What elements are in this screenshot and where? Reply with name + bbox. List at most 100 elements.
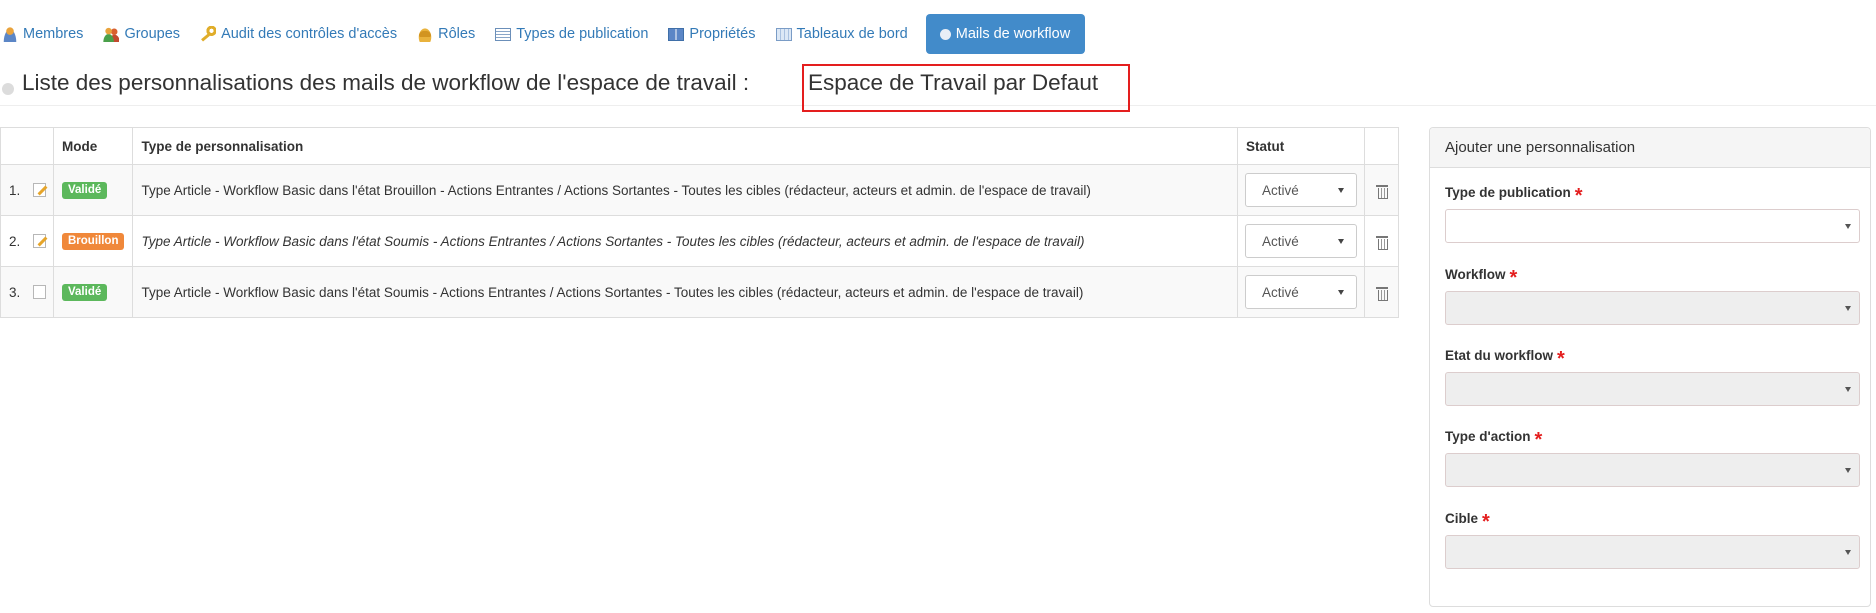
field-label: Cible * — [1445, 511, 1490, 533]
workflow-state-select[interactable] — [1445, 372, 1860, 406]
person-icon — [2, 26, 18, 42]
row-status: Activé — [1237, 215, 1365, 267]
group-icon — [103, 26, 120, 42]
required-mark: * — [1574, 185, 1583, 207]
row-actions — [1364, 164, 1399, 216]
row-status: Activé — [1237, 164, 1365, 216]
header-index — [0, 127, 54, 165]
field-label: Workflow * — [1445, 267, 1518, 289]
status-value: Activé — [1262, 233, 1299, 249]
trash-icon[interactable] — [1375, 286, 1388, 301]
action-type-select[interactable] — [1445, 453, 1860, 487]
publication-type-select[interactable] — [1445, 209, 1860, 243]
caret-down-icon — [1338, 238, 1344, 244]
required-mark: * — [1557, 348, 1565, 370]
table-header-row: Mode Type de personnalisation Statut — [0, 127, 1399, 165]
mail-icon — [2, 83, 14, 95]
key-icon — [200, 26, 217, 42]
row-mode: Brouillon — [52, 215, 134, 267]
nav-workflow-mails-label: Mails de workflow — [955, 26, 1071, 42]
field-label: Etat du workflow * — [1445, 348, 1565, 370]
caret-down-icon — [1845, 305, 1851, 311]
row-number: 1. — [9, 182, 21, 198]
nav-access-audit-label: Audit des contrôles d'accès — [221, 26, 398, 42]
mail-icon — [939, 28, 951, 40]
edit-icon[interactable] — [32, 233, 46, 248]
mode-badge: Validé — [62, 284, 108, 301]
caret-down-icon — [1338, 187, 1344, 193]
row-index: 1. — [0, 164, 54, 216]
hat-icon — [417, 26, 434, 42]
field-publication-type: Type de publication * — [1445, 185, 1860, 243]
admin-nav: Membres Groupes Audit des contrôles d'ac… — [0, 14, 1086, 54]
header-type: Type de personnalisation — [132, 127, 1238, 165]
header-actions — [1364, 127, 1399, 165]
workspace-name: Espace de Travail par Defaut — [808, 70, 1099, 95]
status-value: Activé — [1262, 284, 1299, 300]
trash-icon[interactable] — [1375, 184, 1388, 199]
nav-groups-label: Groupes — [124, 26, 181, 42]
table-row: 2. Brouillon Type Article - Workflow Bas… — [0, 215, 1399, 267]
nav-access-audit[interactable]: Audit des contrôles d'accès — [196, 14, 413, 54]
status-select[interactable]: Activé — [1245, 173, 1357, 207]
field-action-type: Type d'action * — [1445, 429, 1860, 487]
mode-badge: Brouillon — [62, 233, 125, 250]
workflow-select[interactable] — [1445, 291, 1860, 325]
nav-publication-types-label: Types de publication — [516, 26, 649, 42]
nav-workflow-mails[interactable]: Mails de workflow — [925, 14, 1086, 54]
row-number: 3. — [9, 284, 21, 300]
edit-icon[interactable] — [32, 182, 46, 197]
status-select[interactable]: Activé — [1245, 224, 1357, 258]
row-description: Type Article - Workflow Basic dans l'éta… — [132, 164, 1238, 216]
field-workflow: Workflow * — [1445, 267, 1860, 325]
header-status: Statut — [1237, 127, 1365, 165]
row-mode: Validé — [52, 266, 134, 318]
field-label: Type d'action * — [1445, 429, 1543, 451]
page-title: Liste des personnalisations des mails de… — [22, 70, 750, 95]
add-customization-panel: Ajouter une personnalisation Type de pub… — [1429, 127, 1871, 607]
field-workflow-state: Etat du workflow * — [1445, 348, 1860, 406]
row-status: Activé — [1237, 266, 1365, 318]
row-actions — [1364, 266, 1399, 318]
caret-down-icon — [1845, 467, 1851, 473]
document-icon[interactable] — [32, 284, 46, 299]
page-header: Liste des personnalisations des mails de… — [0, 58, 1876, 112]
nav-publication-types[interactable]: Types de publication — [491, 14, 664, 54]
nav-roles[interactable]: Rôles — [413, 14, 491, 54]
panel-title: Ajouter une personnalisation — [1430, 128, 1870, 168]
field-label: Type de publication * — [1445, 185, 1583, 207]
row-number: 2. — [9, 233, 21, 249]
field-target: Cible * — [1445, 511, 1860, 569]
header-mode: Mode — [52, 127, 134, 165]
nav-members-label: Membres — [23, 26, 84, 42]
required-mark: * — [1482, 511, 1490, 533]
list-icon — [495, 28, 512, 41]
customizations-table: Mode Type de personnalisation Statut 1. … — [0, 127, 1399, 318]
nav-dashboards[interactable]: Tableaux de bord — [772, 14, 924, 54]
row-description: Type Article - Workflow Basic dans l'éta… — [132, 215, 1238, 267]
dashboard-icon — [775, 27, 792, 41]
row-index: 2. — [0, 215, 54, 267]
table-row: 1. Validé Type Article - Workflow Basic … — [0, 164, 1399, 216]
target-select[interactable] — [1445, 535, 1860, 569]
row-mode: Validé — [52, 164, 134, 216]
caret-down-icon — [1845, 386, 1851, 392]
required-mark: * — [1534, 429, 1543, 451]
status-select[interactable]: Activé — [1245, 275, 1357, 309]
nav-properties-label: Propriétés — [689, 26, 756, 42]
nav-dashboards-label: Tableaux de bord — [796, 26, 908, 42]
nav-members[interactable]: Membres — [0, 14, 99, 54]
caret-down-icon — [1845, 223, 1851, 229]
properties-icon — [668, 27, 685, 41]
row-index: 3. — [0, 266, 54, 318]
nav-roles-label: Rôles — [438, 26, 476, 42]
nav-properties[interactable]: Propriétés — [664, 14, 771, 54]
caret-down-icon — [1338, 289, 1344, 295]
nav-groups[interactable]: Groupes — [99, 14, 196, 54]
row-description: Type Article - Workflow Basic dans l'éta… — [132, 266, 1238, 318]
table-row: 3. Validé Type Article - Workflow Basic … — [0, 266, 1399, 318]
mode-badge: Validé — [62, 182, 108, 199]
caret-down-icon — [1845, 549, 1851, 555]
row-actions — [1364, 215, 1399, 267]
trash-icon[interactable] — [1375, 235, 1388, 250]
